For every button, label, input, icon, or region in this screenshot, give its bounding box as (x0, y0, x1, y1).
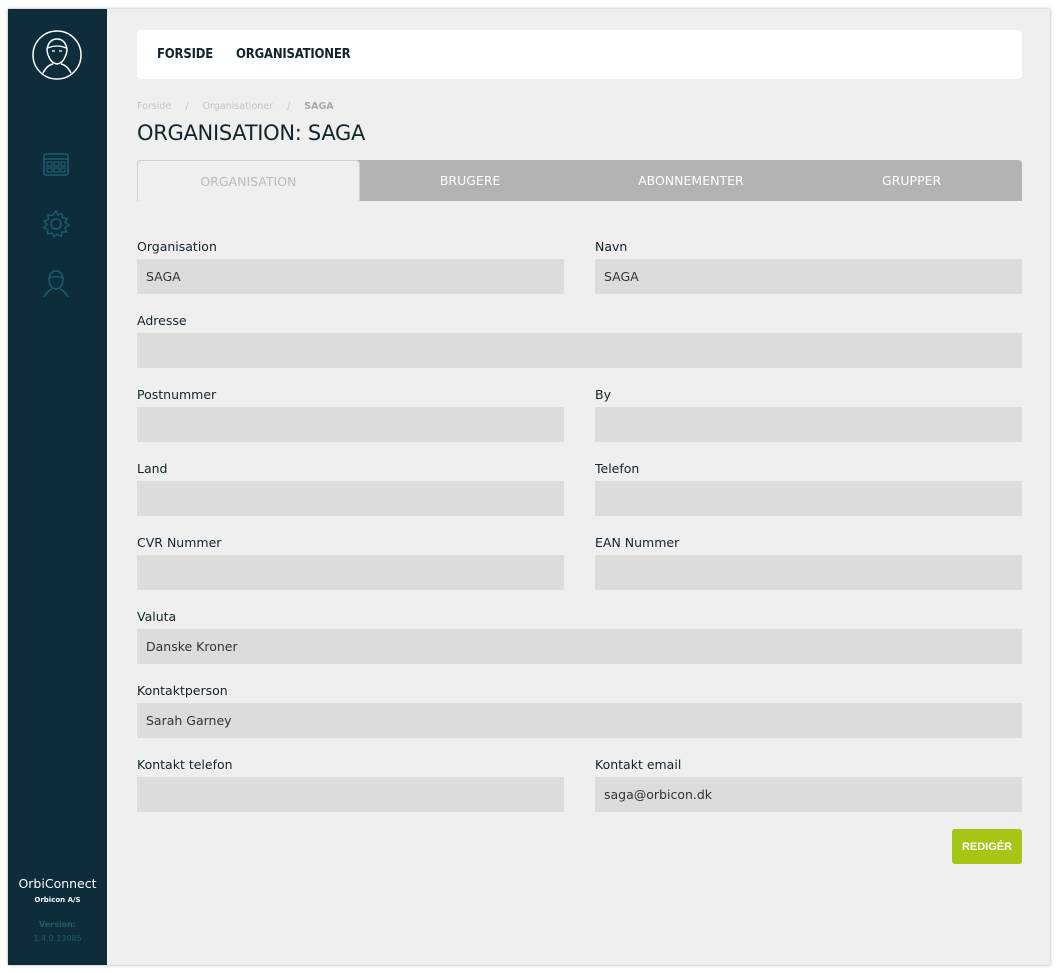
breadcrumb: Forside / Organisationer / SAGA (137, 101, 334, 112)
tab-organisation[interactable]: ORGANISATION (137, 160, 360, 201)
breadcrumb-separator: / (287, 101, 291, 112)
telefon-field[interactable] (595, 481, 1022, 516)
kontaktperson-label: Kontaktperson (137, 683, 228, 698)
top-navigation: FORSIDE ORGANISATIONER (137, 30, 1022, 79)
tab-bar: ORGANISATION BRUGERE ABONNEMENTER GRUPPE… (137, 160, 1022, 201)
edit-button[interactable]: REDIGÉR (952, 829, 1022, 864)
dashboard-icon[interactable] (40, 149, 72, 181)
kontakt-email-field[interactable]: saga@orbicon.dk (595, 777, 1022, 812)
nav-link-organisationer[interactable]: ORGANISATIONER (236, 47, 351, 62)
adresse-label: Adresse (137, 313, 187, 328)
organisation-label: Organisation (137, 239, 217, 254)
user-avatar-icon[interactable] (31, 29, 83, 81)
gear-icon[interactable] (40, 208, 72, 240)
company-name: Orbicon A/S (34, 896, 81, 904)
sidebar: OrbiConnect Orbicon A/S Version: 1.4.0.1… (8, 9, 107, 965)
page-title: ORGANISATION: SAGA (137, 121, 366, 145)
postnummer-field[interactable] (137, 407, 564, 442)
version-number: 1.4.0.13085 (33, 934, 82, 943)
ean-label: EAN Nummer (595, 535, 680, 550)
tab-grupper[interactable]: GRUPPER (801, 160, 1022, 201)
telefon-label: Telefon (595, 461, 640, 476)
breadcrumb-item-forside[interactable]: Forside (137, 101, 171, 112)
navn-label: Navn (595, 239, 628, 254)
ean-field[interactable] (595, 555, 1022, 590)
by-field[interactable] (595, 407, 1022, 442)
version-label: Version: (38, 920, 77, 929)
app-name: OrbiConnect (18, 876, 97, 891)
organisation-field[interactable]: SAGA (137, 259, 564, 294)
tab-abonnementer[interactable]: ABONNEMENTER (581, 160, 802, 201)
cvr-label: CVR Nummer (137, 535, 222, 550)
breadcrumb-current: SAGA (304, 101, 334, 112)
land-field[interactable] (137, 481, 564, 516)
breadcrumb-separator: / (185, 101, 189, 112)
postnummer-label: Postnummer (137, 387, 217, 402)
user-icon[interactable] (40, 267, 72, 299)
navn-field[interactable]: SAGA (595, 259, 1022, 294)
app-window: OrbiConnect Orbicon A/S Version: 1.4.0.1… (8, 9, 1050, 965)
cvr-field[interactable] (137, 555, 564, 590)
valuta-label: Valuta (137, 609, 177, 624)
by-label: By (595, 387, 611, 402)
tab-brugere[interactable]: BRUGERE (360, 160, 581, 201)
breadcrumb-item-organisationer[interactable]: Organisationer (203, 101, 273, 112)
land-label: Land (137, 461, 168, 476)
kontakt-telefon-label: Kontakt telefon (137, 757, 233, 772)
kontakt-telefon-field[interactable] (137, 777, 564, 812)
kontakt-email-label: Kontakt email (595, 757, 682, 772)
nav-link-forside[interactable]: FORSIDE (157, 47, 213, 62)
valuta-field[interactable]: Danske Kroner (137, 629, 1022, 664)
adresse-field[interactable] (137, 333, 1022, 368)
kontaktperson-field[interactable]: Sarah Garney (137, 703, 1022, 738)
